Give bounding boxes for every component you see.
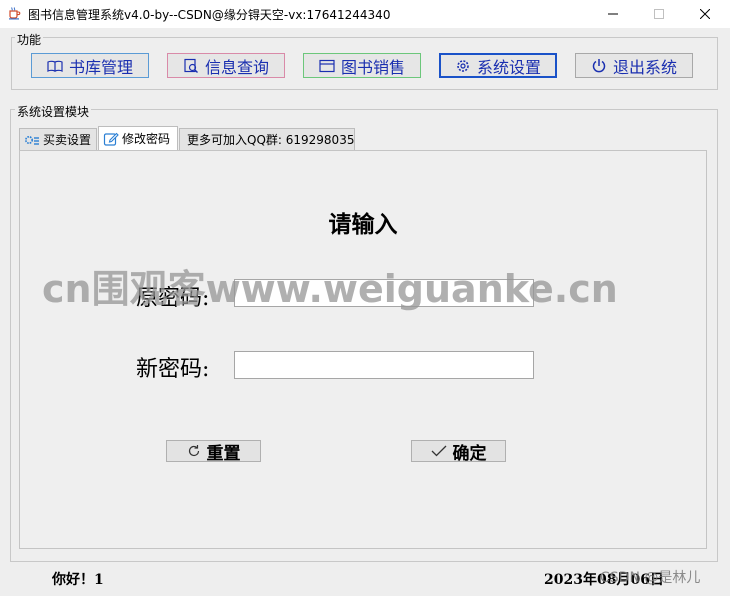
search-doc-icon xyxy=(184,58,198,73)
info-query-label: 信息查询 xyxy=(204,57,269,77)
function-group-label: 功能 xyxy=(15,31,44,48)
close-icon xyxy=(700,9,710,19)
close-button[interactable] xyxy=(682,0,728,28)
confirm-label: 确定 xyxy=(452,443,487,464)
tab-trade-settings-label: 买卖设置 xyxy=(43,133,92,147)
exit-system-button[interactable]: 退出系统 xyxy=(575,53,693,78)
old-password-field[interactable] xyxy=(234,279,534,307)
reset-button[interactable]: 重置 xyxy=(166,440,261,464)
new-password-label: 新密码: xyxy=(136,357,210,382)
new-password-field[interactable] xyxy=(234,351,534,379)
exit-system-label: 退出系统 xyxy=(612,57,677,77)
tab-change-password[interactable]: 修改密码 xyxy=(98,126,178,150)
check-icon xyxy=(431,445,446,457)
settings-group-label: 系统设置模块 xyxy=(15,103,92,120)
window-icon xyxy=(319,59,335,72)
gear-icon xyxy=(457,59,469,72)
gears-icon xyxy=(24,135,39,145)
tab-qq-group-label: 更多可加入QQ群: 619298035 xyxy=(187,133,355,147)
minimize-button[interactable] xyxy=(590,0,636,28)
book-library-button[interactable]: 书库管理 xyxy=(31,53,149,78)
refresh-icon xyxy=(188,445,199,457)
tab-qq-group[interactable]: 更多可加入QQ群: 619298035 xyxy=(179,128,355,150)
book-sales-button[interactable]: 图书销售 xyxy=(303,53,421,78)
maximize-button[interactable] xyxy=(636,0,682,28)
book-sales-label: 图书销售 xyxy=(340,57,405,77)
reset-label: 重置 xyxy=(206,443,241,464)
csdn-watermark: CSDN @是林儿 xyxy=(600,570,701,586)
confirm-button[interactable]: 确定 xyxy=(411,440,506,464)
info-query-button[interactable]: 信息查询 xyxy=(167,53,285,78)
minimize-icon xyxy=(608,13,618,15)
book-icon xyxy=(47,60,63,72)
old-password-label: 原密码: xyxy=(136,286,210,311)
book-library-label: 书库管理 xyxy=(68,57,133,77)
title-bar: 图书信息管理系统v4.0-by--CSDN@缘分锝天空-vx:176412443… xyxy=(0,0,730,28)
tab-change-password-label: 修改密码 xyxy=(122,132,171,146)
edit-icon xyxy=(103,132,119,146)
power-icon xyxy=(592,58,606,72)
system-settings-label: 系统设置 xyxy=(476,57,541,77)
tab-trade-settings[interactable]: 买卖设置 xyxy=(19,128,97,150)
maximize-icon xyxy=(654,9,664,19)
status-greeting: 你好！1 xyxy=(52,572,104,588)
java-cup-icon xyxy=(7,6,21,20)
form-heading: 请输入 xyxy=(328,211,398,238)
window-title: 图书信息管理系统v4.0-by--CSDN@缘分锝天空-vx:176412443… xyxy=(28,8,391,22)
system-settings-button[interactable]: 系统设置 xyxy=(439,53,557,78)
